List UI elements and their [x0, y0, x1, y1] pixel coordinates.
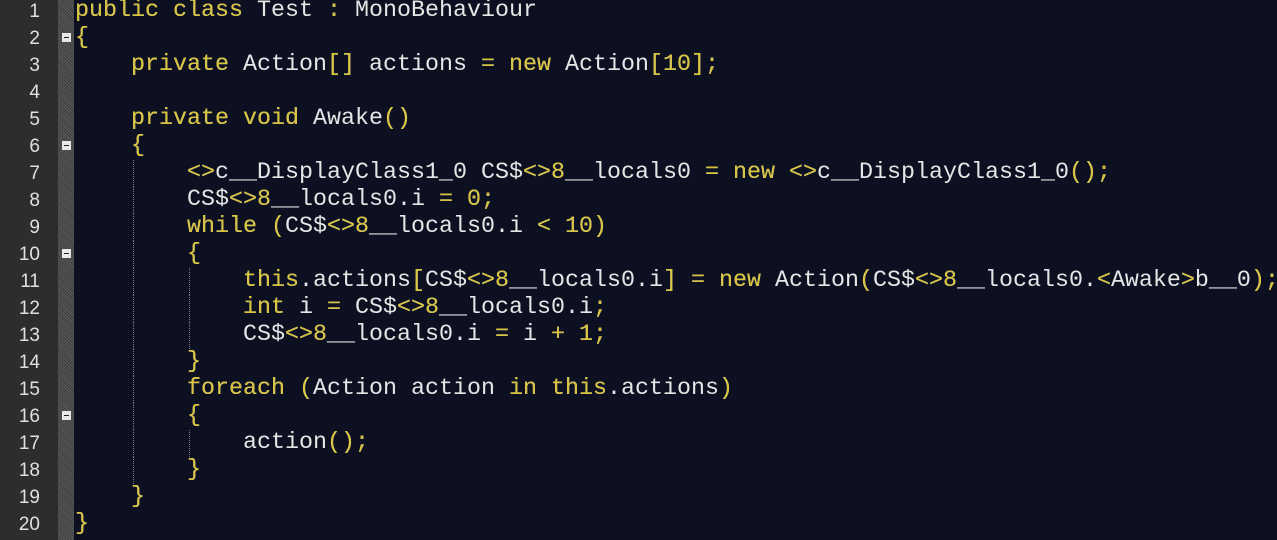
code-line[interactable]: 11 this.actions[CS$<>8__locals0.i] = new…: [0, 268, 1277, 295]
code-line[interactable]: 17 action(); action();: [0, 430, 1277, 457]
code-line[interactable]: 16 { {: [0, 403, 1277, 430]
collapse-icon[interactable]: [62, 33, 71, 42]
line-number: 12: [18, 298, 40, 319]
code-text: int i = CS$<>8__locals0.i;: [75, 295, 607, 321]
code-text: {: [75, 133, 145, 159]
code-line[interactable]: 15 foreach (Action action in this.action…: [0, 376, 1277, 403]
code-text: private Action[] actions = new Action[10…: [75, 52, 719, 78]
code-line[interactable]: 13 CS$<>8__locals0.i = i + 1; CS$<>8__lo…: [0, 322, 1277, 349]
line-number: 2: [29, 28, 40, 49]
code-line[interactable]: 9 while (CS$<>8__locals0.i < 10) while (…: [0, 214, 1277, 241]
code-text: }: [75, 511, 89, 537]
code-line[interactable]: 6 { {: [0, 133, 1277, 160]
code-line[interactable]: 1 public class Test : MonoBehaviour public…: [0, 0, 1277, 25]
line-number: 16: [18, 406, 40, 427]
line-number: 18: [18, 460, 40, 481]
code-line[interactable]: 4: [0, 79, 1277, 106]
line-number: 17: [18, 433, 40, 454]
line-number: 8: [29, 190, 40, 211]
collapse-icon[interactable]: [62, 141, 71, 150]
code-text: }: [75, 484, 145, 510]
code-text: CS$<>8__locals0.i = i + 1;: [75, 322, 607, 348]
code-text: }: [75, 457, 201, 483]
code-line[interactable]: 5 private void Awake() private void Awak…: [0, 106, 1277, 133]
code-text: }: [75, 349, 201, 375]
code-line[interactable]: 12 int i = CS$<>8__locals0.i; int i = CS…: [0, 295, 1277, 322]
code-line[interactable]: 20}}: [0, 511, 1277, 538]
code-line[interactable]: 18 } }: [0, 457, 1277, 484]
line-number: 4: [29, 82, 40, 103]
code-editor[interactable]: 1 public class Test : MonoBehaviour public…: [0, 0, 1277, 538]
line-number: 11: [20, 271, 40, 292]
code-line[interactable]: 10 { {: [0, 241, 1277, 268]
line-number: 5: [29, 109, 40, 130]
collapse-icon[interactable]: [62, 411, 71, 420]
code-text: {: [75, 241, 201, 267]
code-line[interactable]: 2{{: [0, 25, 1277, 52]
code-text: while (CS$<>8__locals0.i < 10): [75, 214, 607, 240]
code-text: {: [75, 403, 201, 429]
code-text: {: [75, 25, 89, 51]
code-text: foreach (Action action in this.actions): [75, 376, 733, 402]
code-line[interactable]: 14 } }: [0, 349, 1277, 376]
code-text: private void Awake(): [75, 106, 411, 132]
code-line[interactable]: 19 } }: [0, 484, 1277, 511]
code-text: this.actions[CS$<>8__locals0.i] = new Ac…: [75, 268, 1277, 294]
line-number: 1: [29, 1, 40, 22]
code-text: CS$<>8__locals0.i = 0;: [75, 187, 495, 213]
code-text: action();: [75, 430, 369, 456]
code-line[interactable]: 7 <>c__DisplayClass1_0 CS$<>8__locals0 =…: [0, 160, 1277, 187]
line-number: 14: [18, 352, 40, 373]
code-text: <>c__DisplayClass1_0 CS$<>8__locals0 = n…: [75, 160, 1111, 186]
line-number: 7: [29, 163, 40, 184]
code-text: public class Test : MonoBehaviour: [75, 0, 537, 24]
collapse-icon[interactable]: [62, 249, 71, 258]
line-number: 20: [18, 514, 40, 535]
line-number: 13: [18, 325, 40, 346]
line-number: 3: [29, 55, 40, 76]
line-number: 19: [18, 487, 40, 508]
code-line[interactable]: 3 private Action[] actions = new Action[…: [0, 52, 1277, 79]
code-line[interactable]: 8 CS$<>8__locals0.i = 0; CS$<>8__locals0…: [0, 187, 1277, 214]
line-number: 15: [18, 379, 40, 400]
line-number: 6: [29, 136, 40, 157]
line-number: 9: [29, 217, 40, 238]
line-number: 10: [18, 244, 40, 265]
